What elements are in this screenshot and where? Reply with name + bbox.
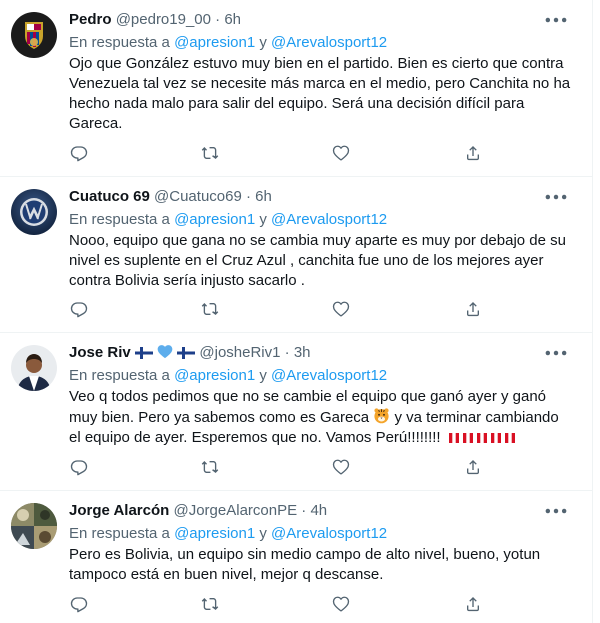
timestamp[interactable]: 6h: [255, 188, 272, 205]
author-name[interactable]: Cuatuco 69: [69, 188, 150, 205]
share-icon[interactable]: [456, 587, 490, 621]
author-name[interactable]: Jorge Alarcón: [69, 502, 169, 519]
separator: ·: [301, 502, 307, 519]
retweet-icon[interactable]: [193, 292, 227, 326]
reply-icon[interactable]: [62, 450, 96, 484]
mention-link[interactable]: @Arevalosport12: [271, 211, 387, 228]
reply-prefix: En respuesta a: [69, 367, 175, 384]
author-handle[interactable]: @JorgeAlarconPE: [173, 502, 297, 519]
peru-flag-icon: [505, 433, 515, 443]
reply-prefix: En respuesta a: [69, 525, 175, 542]
like-icon[interactable]: [324, 587, 358, 621]
retweet-icon[interactable]: [193, 450, 227, 484]
timestamp[interactable]: 4h: [310, 502, 327, 519]
separator: ·: [215, 11, 221, 28]
reply-join: y: [255, 525, 272, 542]
tweet-header: Jorge Alarcón @JorgeAlarconPE · 4h: [69, 501, 327, 521]
peru-flag-icon: [477, 433, 487, 443]
reply-prefix: En respuesta a: [69, 211, 175, 228]
reply-context: En respuesta a @apresion1 y @Arevalospor…: [69, 33, 387, 53]
tweet[interactable]: Pedro @pedro19_00 · 6h En respuesta a @a…: [0, 0, 592, 177]
tweet-header: Cuatuco 69 @Cuatuco69 · 6h: [69, 187, 272, 207]
author-name[interactable]: Pedro: [69, 11, 112, 28]
peru-flag-icon: [449, 433, 459, 443]
tweet-header: Jose Riv @josheRiv1 · 3h: [69, 343, 311, 363]
reply-context: En respuesta a @apresion1 y @Arevalospor…: [69, 210, 387, 230]
mention-link[interactable]: @Arevalosport12: [271, 367, 387, 384]
tweet-text: Pero es Bolivia, un equipo sin medio cam…: [69, 546, 541, 583]
reply-icon[interactable]: [62, 292, 96, 326]
separator: ·: [284, 344, 290, 361]
peru-flag-icon: [463, 433, 473, 443]
share-icon[interactable]: [456, 450, 490, 484]
action-bar: [56, 450, 496, 484]
avatar[interactable]: [11, 345, 57, 391]
share-icon[interactable]: [456, 292, 490, 326]
tweet-text: Veo q todos pedimos que no se cambie el …: [69, 387, 574, 448]
share-icon[interactable]: [456, 136, 490, 170]
tweet-feed: Pedro @pedro19_00 · 6h En respuesta a @a…: [0, 0, 593, 623]
reply-join: y: [255, 367, 272, 384]
like-icon[interactable]: [324, 136, 358, 170]
more-icon[interactable]: [542, 497, 570, 525]
avatar[interactable]: [11, 503, 57, 549]
tweet-text: Ojo que González estuvo muy bien en el p…: [69, 55, 571, 132]
mention-link[interactable]: @apresion1: [174, 525, 255, 542]
author-handle[interactable]: @josheRiv1: [199, 344, 280, 361]
mention-link[interactable]: @Arevalosport12: [271, 525, 387, 542]
tweet[interactable]: Jose Riv @josheRiv1 · 3h En respuesta a …: [0, 333, 592, 491]
separator: ·: [245, 188, 251, 205]
more-icon[interactable]: [542, 339, 570, 367]
collage-photo-avatar: [11, 503, 57, 549]
timestamp[interactable]: 3h: [294, 344, 311, 361]
reply-context: En respuesta a @apresion1 y @Arevalospor…: [69, 524, 387, 544]
tweet[interactable]: Jorge Alarcón @JorgeAlarconPE · 4h En re…: [0, 491, 592, 623]
barcelona-crest-avatar: [11, 12, 57, 58]
reply-prefix: En respuesta a: [69, 34, 175, 51]
author-name[interactable]: Jose Riv: [69, 344, 131, 361]
author-handle[interactable]: @pedro19_00: [116, 11, 211, 28]
peru-flag-icon: [491, 433, 501, 443]
like-icon[interactable]: [324, 450, 358, 484]
reply-join: y: [255, 34, 272, 51]
more-icon[interactable]: [542, 183, 570, 211]
tweet[interactable]: Cuatuco 69 @Cuatuco69 · 6h En respuesta …: [0, 177, 592, 333]
reply-icon[interactable]: [62, 136, 96, 170]
avatar[interactable]: [11, 189, 57, 235]
like-icon[interactable]: [324, 292, 358, 326]
tiger-face-icon: [374, 408, 389, 424]
more-icon[interactable]: [542, 6, 570, 34]
action-bar: [56, 136, 496, 170]
tweet-text: Nooo, equipo que gana no se cambia muy a…: [69, 232, 566, 289]
author-handle[interactable]: @Cuatuco69: [154, 188, 242, 205]
timestamp[interactable]: 6h: [224, 11, 241, 28]
retweet-icon[interactable]: [193, 136, 227, 170]
mention-link[interactable]: @Arevalosport12: [271, 34, 387, 51]
mention-link[interactable]: @apresion1: [174, 367, 255, 384]
reply-context: En respuesta a @apresion1 y @Arevalospor…: [69, 366, 387, 386]
retweet-icon[interactable]: [193, 587, 227, 621]
vw-logo-avatar: [11, 189, 57, 235]
avatar[interactable]: [11, 12, 57, 58]
mention-link[interactable]: @apresion1: [174, 34, 255, 51]
action-bar: [56, 292, 496, 326]
mention-link[interactable]: @apresion1: [174, 211, 255, 228]
blue-heart-icon: [157, 345, 173, 359]
reply-join: y: [255, 211, 272, 228]
finland-flag-icon: [177, 347, 195, 359]
finland-flag-icon: [135, 347, 153, 359]
reply-icon[interactable]: [62, 587, 96, 621]
person-photo-avatar: [11, 345, 57, 391]
action-bar: [56, 587, 496, 621]
tweet-header: Pedro @pedro19_00 · 6h: [69, 10, 241, 30]
